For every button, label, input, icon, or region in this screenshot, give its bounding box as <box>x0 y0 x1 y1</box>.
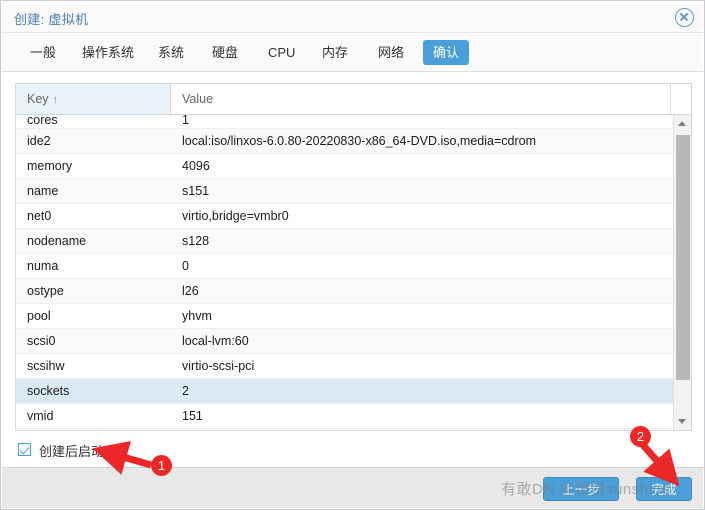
annotation-badge-1: 1 <box>151 455 172 476</box>
row-value: 2 <box>182 384 189 398</box>
column-header-value[interactable]: Value <box>171 84 671 114</box>
row-key: memory <box>27 159 73 173</box>
column-header-key[interactable]: Key ↑ <box>16 84 171 114</box>
dialog-titlebar: 创建: 虚拟机 <box>2 2 703 33</box>
table-row[interactable]: numa 0 <box>16 254 673 279</box>
row-key: sockets <box>27 384 70 398</box>
tab-disk[interactable]: 硬盘 <box>202 40 248 65</box>
table-row[interactable]: net0 virtio,bridge=vmbr0 <box>16 204 673 229</box>
close-icon[interactable] <box>675 8 694 27</box>
column-header-key-label: Key <box>27 92 49 106</box>
row-value: l26 <box>182 284 199 298</box>
row-value: s151 <box>182 184 210 198</box>
header-filler <box>670 84 691 114</box>
row-key: name <box>27 184 59 198</box>
table-row[interactable]: cores 1 <box>16 115 673 129</box>
config-summary-table: Key ↑ Value cores 1 ide2 local:iso/linxos… <box>15 83 692 431</box>
row-key: net0 <box>27 209 52 223</box>
row-key: pool <box>27 309 51 323</box>
table-row[interactable]: nodename s128 <box>16 229 673 254</box>
start-after-create-checkbox[interactable] <box>18 443 31 456</box>
row-value: 4096 <box>182 159 210 173</box>
start-after-create-row: 创建后启动 <box>15 439 692 467</box>
table-row[interactable]: scsihw virtio-scsi-pci <box>16 354 673 379</box>
table-row[interactable]: ostype l26 <box>16 279 673 304</box>
tab-cpu[interactable]: CPU <box>258 40 305 65</box>
row-key: cores <box>27 115 58 127</box>
table-row[interactable]: scsi0 local-lvm:60 <box>16 329 673 354</box>
row-value: local-lvm:60 <box>182 334 249 348</box>
tab-system[interactable]: 系统 <box>148 40 194 65</box>
finish-button[interactable]: 完成 <box>636 477 692 501</box>
table-row[interactable]: name s151 <box>16 179 673 204</box>
table-row-selected[interactable]: sockets 2 <box>16 379 673 404</box>
row-value: virtio-scsi-pci <box>182 359 255 373</box>
row-key: scsihw <box>27 359 65 373</box>
annotation-badge-2: 2 <box>630 426 651 447</box>
table-header: Key ↑ Value <box>16 84 691 115</box>
row-value: 151 <box>182 409 203 423</box>
tab-confirm[interactable]: 确认 <box>423 40 470 65</box>
row-key: ide2 <box>27 134 51 148</box>
row-key: scsi0 <box>27 334 56 348</box>
back-button[interactable]: 上一步 <box>543 477 619 501</box>
table-row[interactable]: ide2 local:iso/linxos-6.0.80-20220830-x8… <box>16 129 673 154</box>
tab-bar: 一般 操作系统 系统 硬盘 CPU 内存 网络 确认 <box>2 33 703 72</box>
caret-up-icon[interactable] <box>674 115 691 132</box>
row-value: 0 <box>182 259 189 273</box>
caret-down-icon[interactable] <box>674 413 691 430</box>
table-body[interactable]: cores 1 ide2 local:iso/linxos-6.0.80-202… <box>16 115 673 430</box>
tab-network[interactable]: 网络 <box>368 40 414 65</box>
create-vm-dialog: 创建: 虚拟机 一般 操作系统 系统 硬盘 CPU 内存 网络 确认 Key ↑ … <box>0 0 705 510</box>
sort-ascending-icon: ↑ <box>52 94 59 106</box>
start-after-create-label[interactable]: 创建后启动 <box>39 441 104 460</box>
row-value: s128 <box>182 234 210 248</box>
table-vertical-scrollbar[interactable] <box>673 115 691 430</box>
page-title: 创建: 虚拟机 <box>14 12 89 27</box>
row-value: yhvm <box>182 309 212 323</box>
row-key: numa <box>27 259 59 273</box>
scrollbar-thumb[interactable] <box>676 135 690 380</box>
tab-general[interactable]: 一般 <box>20 40 66 65</box>
row-value: local:iso/linxos-6.0.80-20220830-x86_64-… <box>182 134 537 148</box>
table-row[interactable]: pool yhvm <box>16 304 673 329</box>
row-key: ostype <box>27 284 64 298</box>
row-key: vmid <box>27 409 54 423</box>
dialog-footer: 上一步 完成 <box>2 467 703 508</box>
row-key: nodename <box>27 234 87 248</box>
row-value: virtio,bridge=vmbr0 <box>182 209 289 223</box>
tab-memory[interactable]: 内存 <box>312 40 358 65</box>
table-row[interactable]: vmid 151 <box>16 404 673 429</box>
tab-os[interactable]: 操作系统 <box>72 40 144 65</box>
row-value: 1 <box>182 115 189 127</box>
table-row[interactable]: memory 4096 <box>16 154 673 179</box>
